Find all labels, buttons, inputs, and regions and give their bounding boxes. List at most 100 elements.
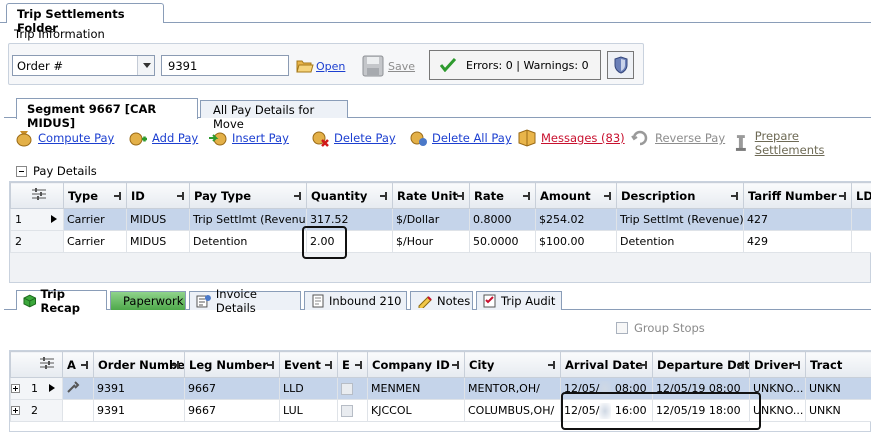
- messages-button[interactable]: Messages (83): [517, 129, 625, 147]
- column-header-rate[interactable]: Rate: [469, 182, 536, 209]
- row-number[interactable]: 2: [10, 399, 63, 422]
- cell-event[interactable]: LLD: [279, 377, 338, 400]
- pin-icon[interactable]: [380, 192, 388, 200]
- group-stops-checkbox-box[interactable]: [616, 322, 628, 334]
- cell-amount[interactable]: $100.00: [535, 230, 617, 253]
- pin-icon[interactable]: [793, 361, 801, 369]
- pin-icon[interactable]: [839, 192, 847, 200]
- expand-row-icon[interactable]: [11, 406, 20, 415]
- pin-icon[interactable]: [325, 361, 333, 369]
- pin-icon[interactable]: [114, 192, 122, 200]
- tab-all-pay-details[interactable]: All Pay Details for Move: [200, 100, 348, 131]
- save-button[interactable]: Save: [362, 55, 415, 77]
- pin-icon[interactable]: [267, 361, 275, 369]
- order-number-input[interactable]: 9391: [161, 55, 289, 76]
- pin-icon[interactable]: [355, 361, 363, 369]
- tab-notes[interactable]: Notes: [410, 291, 473, 310]
- column-header-type[interactable]: Type: [63, 182, 127, 209]
- column-header-description[interactable]: Description: [616, 182, 744, 209]
- cell-description[interactable]: Detention: [616, 230, 744, 253]
- add-pay-button[interactable]: Add Pay: [128, 129, 198, 147]
- tab-inbound-210[interactable]: Inbound 210: [304, 291, 407, 310]
- column-header-pay-type[interactable]: Pay Type: [189, 182, 307, 209]
- insert-pay-button[interactable]: Insert Pay: [208, 129, 289, 147]
- column-header-arrival-date[interactable]: Arrival Date: [560, 351, 653, 378]
- cell-type[interactable]: Carrier: [63, 230, 127, 253]
- cell-tariff-number[interactable]: 427: [743, 208, 852, 231]
- pin-icon[interactable]: [81, 361, 89, 369]
- cell-a[interactable]: [62, 399, 94, 422]
- column-header-event[interactable]: Event: [279, 351, 338, 378]
- compute-pay-button[interactable]: Compute Pay: [14, 129, 114, 147]
- column-header-ld[interactable]: LD: [851, 182, 871, 209]
- pin-icon[interactable]: [294, 192, 302, 200]
- column-header-a[interactable]: A: [62, 351, 94, 378]
- column-header-rate-unit[interactable]: Rate Unit: [392, 182, 470, 209]
- cell-rate[interactable]: 50.0000: [469, 230, 536, 253]
- column-header-e[interactable]: E: [337, 351, 368, 378]
- cell-rate-unit[interactable]: $/Hour: [392, 230, 470, 253]
- cell-leg-number[interactable]: 9667: [184, 377, 280, 400]
- expand-row-icon[interactable]: [11, 384, 20, 393]
- delete-pay-button[interactable]: Delete Pay: [310, 129, 396, 147]
- row-number[interactable]: 1: [10, 377, 63, 400]
- cell-ld[interactable]: [851, 208, 871, 231]
- cell-e[interactable]: [337, 399, 368, 422]
- group-stops-checkbox[interactable]: Group Stops: [616, 321, 705, 335]
- reverse-pay-button[interactable]: Reverse Pay: [631, 129, 725, 147]
- column-header-company-id[interactable]: Company ID: [367, 351, 465, 378]
- cell-leg-number[interactable]: 9667: [184, 399, 280, 422]
- pin-icon[interactable]: [640, 361, 648, 369]
- cell-id[interactable]: MIDUS: [126, 230, 190, 253]
- row-number[interactable]: 2: [10, 230, 64, 253]
- cell-type[interactable]: Carrier: [63, 208, 127, 231]
- cell-amount[interactable]: $254.02: [535, 208, 617, 231]
- pin-icon[interactable]: [177, 192, 185, 200]
- lookup-type-select[interactable]: Order #: [12, 55, 155, 76]
- cell-event[interactable]: LUL: [279, 399, 338, 422]
- cell-order-number[interactable]: 9391: [93, 377, 185, 400]
- column-header-departure-date[interactable]: Departure Date: [652, 351, 750, 378]
- column-header-quantity[interactable]: Quantity: [306, 182, 393, 209]
- table-row[interactable]: 1 Carrier MIDUS Trip Settlmt (Revenue) 3…: [10, 208, 871, 231]
- column-header-leg-number[interactable]: Leg Number: [184, 351, 280, 378]
- cell-city[interactable]: COLUMBUS,OH/: [464, 399, 561, 422]
- folder-tab-trip-settlements[interactable]: Trip Settlements Folder: [6, 3, 164, 35]
- prepare-settlements-button[interactable]: Prepare Settlements: [731, 129, 871, 157]
- cell-e[interactable]: [337, 377, 368, 400]
- tab-paperwork[interactable]: Paperwork: [110, 291, 186, 310]
- cell-description[interactable]: Trip Settlmt (Revenue): [616, 208, 744, 231]
- cell-pay-type[interactable]: Trip Settlmt (Revenue): [189, 208, 307, 231]
- tab-invoice-details[interactable]: Invoice Details: [189, 287, 301, 315]
- cell-rate[interactable]: 0.8000: [469, 208, 536, 231]
- cell-tract[interactable]: UNKN: [805, 399, 871, 422]
- cell-pay-type[interactable]: Detention: [189, 230, 307, 253]
- pin-icon[interactable]: [737, 361, 745, 369]
- table-row[interactable]: 2 Carrier MIDUS Detention 2.00 $/Hour 50…: [10, 230, 871, 253]
- column-chooser-icon[interactable]: [10, 351, 63, 378]
- pin-icon[interactable]: [452, 361, 460, 369]
- column-header-id[interactable]: ID: [126, 182, 190, 209]
- pin-icon[interactable]: [172, 361, 180, 369]
- column-header-order-number[interactable]: Order Number: [93, 351, 185, 378]
- cell-order-number[interactable]: 9391: [93, 399, 185, 422]
- column-header-driver[interactable]: Driver: [749, 351, 806, 378]
- cell-company-id[interactable]: MENMEN: [367, 377, 465, 400]
- column-header-tariff-number[interactable]: Tariff Number: [743, 182, 852, 209]
- cell-id[interactable]: MIDUS: [126, 208, 190, 231]
- column-header-tract[interactable]: Tract: [805, 351, 871, 378]
- pin-icon[interactable]: [457, 192, 465, 200]
- cell-ld[interactable]: [851, 230, 871, 253]
- column-chooser-icon[interactable]: [10, 182, 64, 209]
- pin-icon[interactable]: [548, 361, 556, 369]
- cell-tariff-number[interactable]: 429: [743, 230, 852, 253]
- cell-tract[interactable]: UNKN: [805, 377, 871, 400]
- pin-icon[interactable]: [604, 192, 612, 200]
- cell-a[interactable]: [62, 377, 94, 400]
- pin-icon[interactable]: [523, 192, 531, 200]
- tab-trip-audit[interactable]: Trip Audit: [476, 291, 562, 310]
- open-button[interactable]: Open: [296, 58, 345, 74]
- tab-segment[interactable]: Segment 9667 [CAR MIDUS]: [16, 98, 198, 130]
- pin-icon[interactable]: [731, 192, 739, 200]
- cell-company-id[interactable]: KJCCOL: [367, 399, 465, 422]
